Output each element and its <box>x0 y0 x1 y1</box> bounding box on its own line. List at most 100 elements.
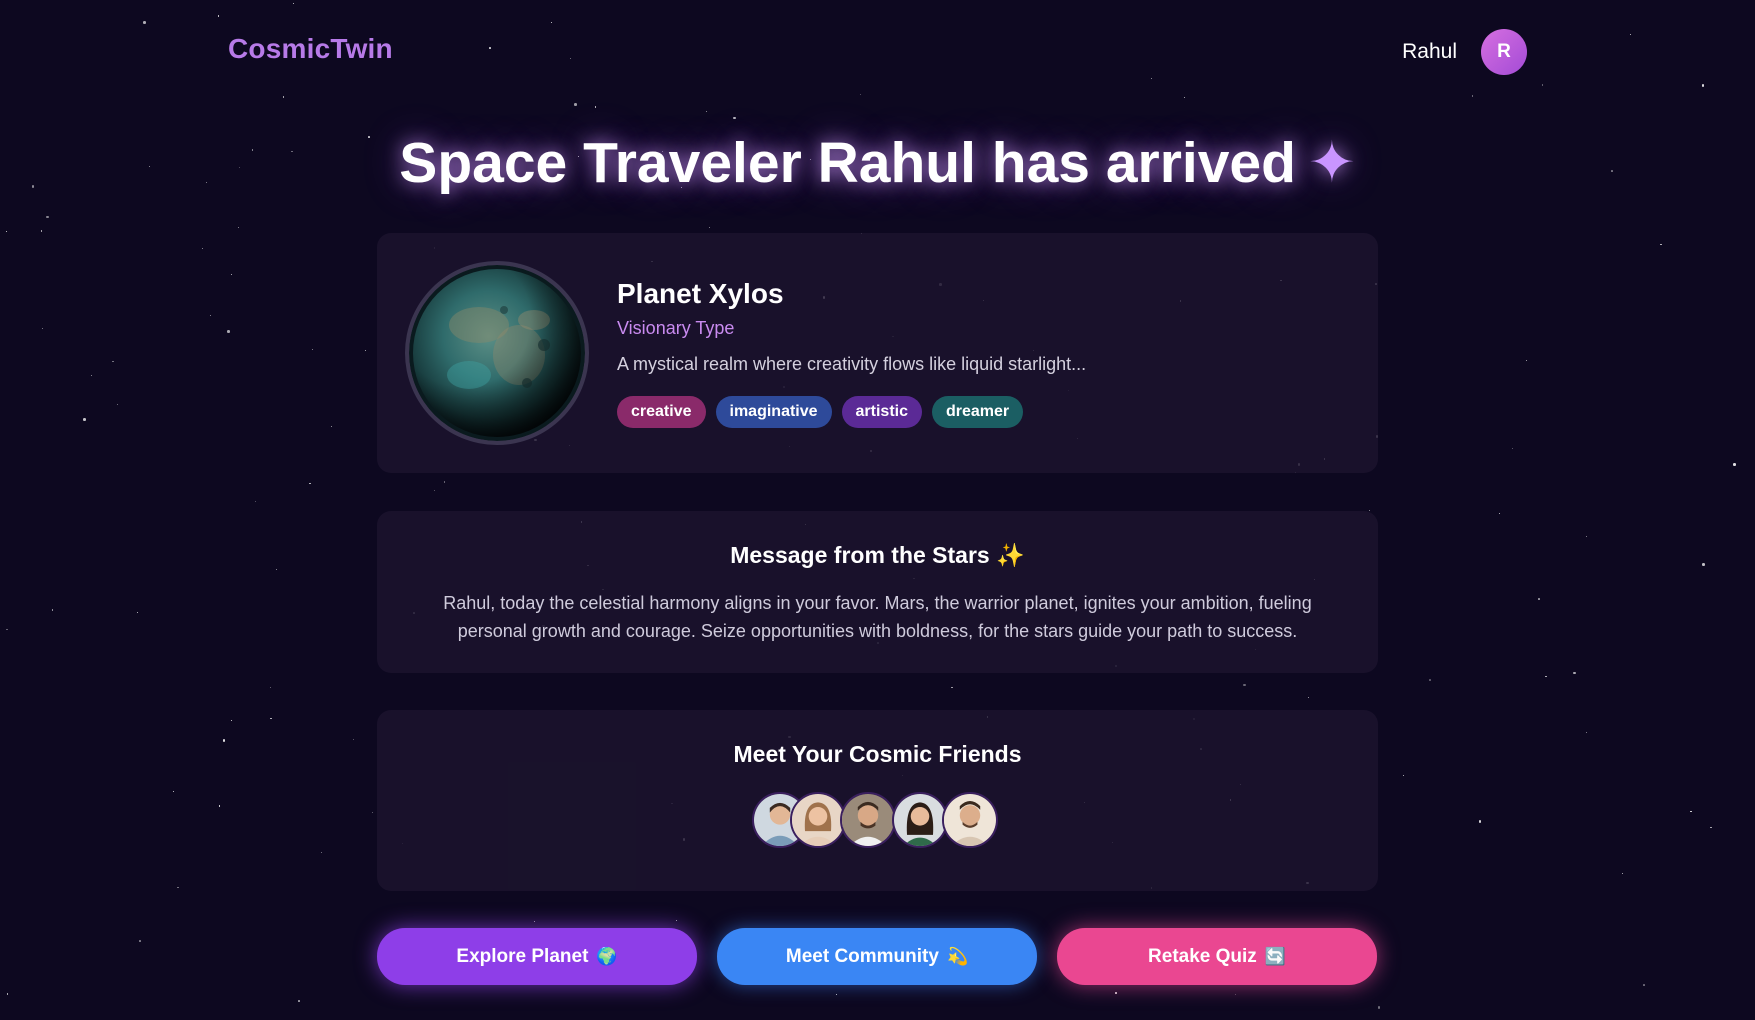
star <box>238 227 239 229</box>
star <box>1541 84 1544 86</box>
star <box>1471 95 1474 97</box>
explore-planet-button[interactable]: Explore Planet 🌍 <box>377 928 697 985</box>
star <box>137 612 139 614</box>
star <box>1429 679 1431 681</box>
star <box>1538 598 1540 600</box>
star <box>443 481 446 483</box>
star <box>6 628 8 631</box>
star <box>330 425 332 427</box>
star <box>1150 77 1152 79</box>
app-logo[interactable]: CosmicTwin <box>228 33 393 65</box>
star <box>433 490 435 492</box>
star <box>230 719 232 721</box>
tag-creative: creative <box>617 396 706 428</box>
star <box>951 686 953 689</box>
star <box>227 330 230 333</box>
planet-name: Planet Xylos <box>617 278 784 309</box>
star <box>1643 984 1645 986</box>
globe-icon: 🌍 <box>596 947 618 966</box>
star <box>112 360 114 363</box>
star <box>1184 96 1186 98</box>
friend-avatar[interactable] <box>942 792 998 848</box>
meet-community-button[interactable]: Meet Community 💫 <box>717 928 1037 985</box>
friend-avatar[interactable] <box>892 792 948 848</box>
star <box>202 247 204 249</box>
star <box>230 274 232 276</box>
star <box>1733 463 1736 466</box>
star <box>733 116 736 120</box>
star <box>6 230 8 232</box>
avatar[interactable]: R <box>1481 29 1527 75</box>
star <box>705 110 708 113</box>
star <box>1621 873 1623 875</box>
star <box>42 328 44 330</box>
star <box>1585 536 1587 538</box>
star <box>298 1000 300 1002</box>
star <box>1660 243 1662 246</box>
star <box>371 811 374 814</box>
star <box>1511 447 1514 450</box>
star <box>46 215 49 219</box>
star <box>675 919 678 922</box>
message-title-text: Message from the Stars <box>730 542 990 568</box>
star <box>859 94 861 96</box>
tag-artistic: artistic <box>841 396 922 428</box>
star <box>352 739 354 740</box>
star <box>292 3 294 4</box>
sparkle-icon: ✦ <box>1307 131 1356 195</box>
star <box>551 21 553 23</box>
star <box>1307 696 1309 698</box>
tag-dreamer: dreamer <box>932 396 1024 428</box>
star <box>1701 84 1705 87</box>
planet-image <box>409 265 585 441</box>
star <box>365 350 367 352</box>
star <box>320 852 322 854</box>
message-body: Rahul, today the celestial harmony align… <box>443 593 1312 641</box>
star <box>1586 731 1588 733</box>
star <box>1114 991 1118 995</box>
user-name: Rahul <box>1402 40 1457 63</box>
friends-card: Meet Your Cosmic Friends <box>377 710 1378 891</box>
star <box>217 15 220 17</box>
star <box>1498 512 1501 515</box>
star <box>1478 820 1482 823</box>
dizzy-star-icon: 💫 <box>946 947 969 966</box>
star <box>209 315 211 317</box>
star <box>836 994 838 995</box>
friend-avatars <box>752 792 1012 852</box>
star <box>1545 675 1547 678</box>
friend-avatar[interactable] <box>790 792 846 848</box>
page-title: Space Traveler Rahul has arrived ✦ <box>0 130 1755 196</box>
star <box>594 106 597 108</box>
user-menu[interactable]: Rahul R <box>1402 29 1527 75</box>
star <box>309 482 311 485</box>
star <box>83 418 86 421</box>
explore-planet-label: Explore Planet <box>456 946 589 967</box>
planet-type: Visionary Type <box>617 318 735 338</box>
message-title: Message from the Stars ✨ <box>377 542 1378 569</box>
retake-quiz-button[interactable]: Retake Quiz 🔄 <box>1057 928 1377 985</box>
star <box>269 687 271 689</box>
meet-community-label: Meet Community <box>785 946 939 967</box>
star <box>90 374 92 376</box>
retake-quiz-label: Retake Quiz <box>1148 946 1257 967</box>
star <box>51 609 54 611</box>
star <box>1243 683 1246 687</box>
refresh-icon: 🔄 <box>1264 947 1286 966</box>
sparkles-icon: ✨ <box>996 542 1025 568</box>
tag-imaginative: imaginative <box>715 396 832 428</box>
friend-avatar[interactable] <box>840 792 896 848</box>
planet-description: A mystical realm where creativity flows … <box>617 354 1087 374</box>
star <box>1573 671 1576 675</box>
friends-title: Meet Your Cosmic Friends <box>733 741 1022 767</box>
trait-tags: creative imaginative artistic dreamer <box>617 396 1024 428</box>
star <box>270 717 272 720</box>
star <box>1402 774 1405 777</box>
star <box>1369 509 1371 511</box>
star <box>312 349 314 351</box>
star <box>1377 1006 1381 1009</box>
star <box>534 921 536 923</box>
star <box>139 940 141 942</box>
message-card: Message from the Stars ✨ Rahul, today th… <box>377 511 1378 673</box>
page-title-text: Space Traveler Rahul has arrived <box>399 131 1296 195</box>
